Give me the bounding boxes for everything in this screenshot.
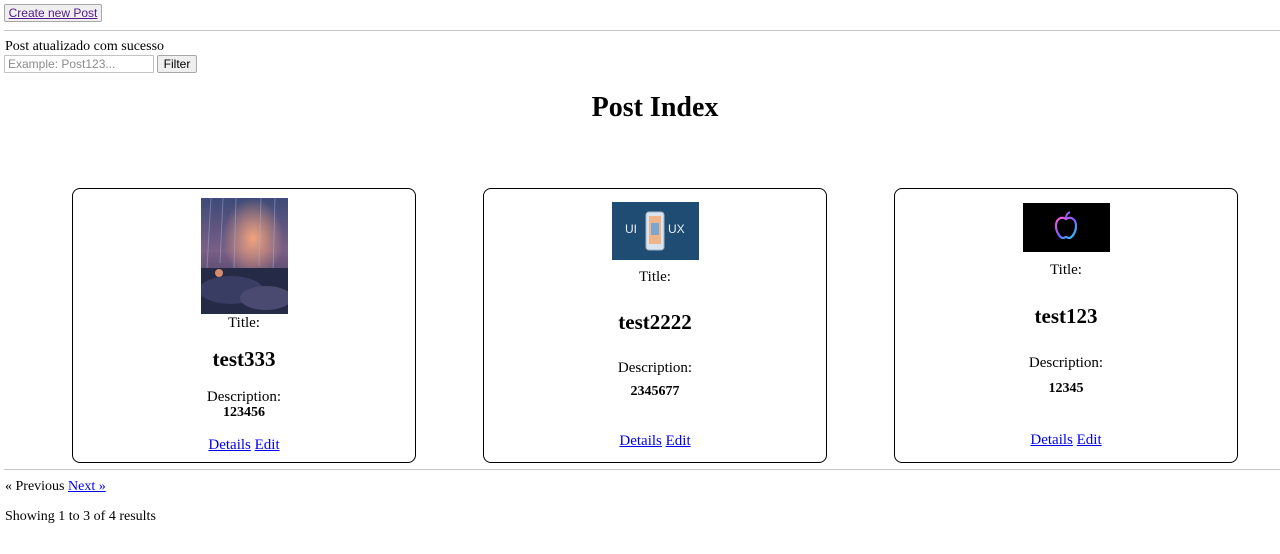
post-title: test333 [212,347,276,371]
post-description: 123456 [223,405,265,420]
results-summary: Showing 1 to 3 of 4 results [5,509,156,524]
card-actions: Details Edit [484,432,826,450]
details-link[interactable]: Details [619,433,662,449]
top-divider [4,30,1280,31]
post-card: UI UX Title: test2222 Description: 23456… [483,188,827,463]
next-page-link[interactable]: Next » [68,479,106,494]
post-card: Title: test123 Description: 12345 Detail… [894,188,1238,463]
details-link[interactable]: Details [208,437,251,453]
create-new-post-button[interactable]: Create new Post [4,4,102,22]
ui-ux-thumbnail-icon[interactable]: UI UX [612,202,699,260]
post-title: test2222 [618,310,692,334]
bottom-divider [4,469,1280,470]
details-link[interactable]: Details [1030,432,1073,448]
description-label: Description: [617,360,693,376]
filter-input[interactable] [4,55,154,73]
post-title: test123 [1034,304,1098,328]
description-label: Description: [1028,355,1104,371]
apple-logo-thumbnail-icon[interactable] [1023,203,1110,252]
success-message: Post atualizado com sucesso [5,39,165,54]
card-actions: Details Edit [73,436,415,454]
previous-page-label: « Previous [5,479,65,494]
title-label: Title: [228,315,260,331]
thumbnail-text-ux: UX [668,222,685,236]
post-description: 2345677 [630,384,680,399]
edit-link[interactable]: Edit [666,433,691,449]
rainy-room-thumbnail-icon[interactable] [201,198,288,314]
post-description: 12345 [1048,381,1084,396]
page-title: Post Index [591,92,719,123]
post-card: Title: test333 Description: 123456 Detai… [72,188,416,463]
title-label: Title: [1050,262,1082,278]
edit-link[interactable]: Edit [255,437,280,453]
filter-button[interactable]: Filter [157,55,197,73]
title-label: Title: [639,269,671,285]
edit-link[interactable]: Edit [1077,432,1102,448]
thumbnail-text-ui: UI [625,222,637,236]
card-actions: Details Edit [895,431,1237,449]
pagination: « Previous Next » [5,478,106,496]
